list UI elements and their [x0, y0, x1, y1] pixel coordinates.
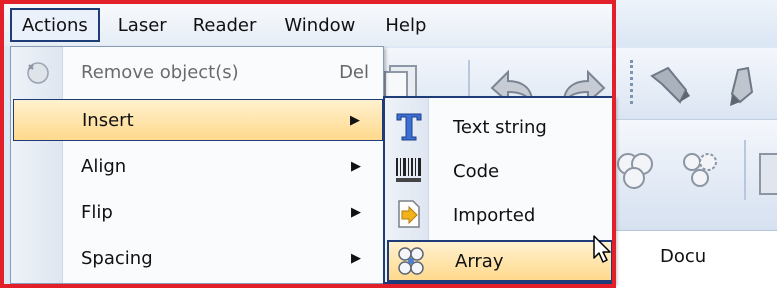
menu-help[interactable]: Help	[373, 8, 438, 42]
group-objects-icon[interactable]	[612, 146, 662, 200]
menu-item-label: Align	[81, 155, 127, 177]
menubar: Actions Laser Reader Window Help	[4, 4, 613, 46]
partial-toolbar-icon[interactable]	[758, 150, 777, 198]
menu-item-flip[interactable]: Flip ▶	[13, 191, 383, 233]
submenu-item-label: Array	[455, 250, 504, 272]
menu-item-label: Remove object(s)	[81, 61, 239, 83]
barcode-icon	[396, 158, 421, 182]
menu-item-label: Insert	[82, 109, 134, 131]
submenu-item-label: Imported	[453, 204, 536, 226]
menu-actions[interactable]: Actions	[10, 8, 100, 42]
menu-window[interactable]: Window	[272, 8, 367, 42]
menu-reader[interactable]: Reader	[181, 8, 269, 42]
mouse-cursor-icon	[593, 235, 611, 263]
toolbar-grip[interactable]	[630, 60, 633, 104]
import-file-icon	[398, 200, 420, 228]
array-icon	[398, 247, 424, 275]
insert-submenu: Text string Code Imported Array	[383, 96, 615, 284]
submenu-item-imported[interactable]: Imported	[387, 194, 613, 236]
menu-item-label: Spacing	[81, 247, 153, 269]
shortcut-label: Del	[339, 61, 369, 83]
menu-item-spacing[interactable]: Spacing ▶	[13, 237, 383, 279]
menu-item-remove-objects[interactable]: Remove object(s) Del	[13, 51, 383, 93]
submenu-item-label: Text string	[453, 116, 547, 138]
submenu-arrow-icon: ▶	[351, 204, 361, 220]
submenu-item-text-string[interactable]: Text string	[387, 106, 613, 148]
submenu-item-array[interactable]: Array	[387, 240, 613, 282]
document-tab[interactable]: Docu	[660, 246, 777, 267]
actions-dropdown-menu: Remove object(s) Del Insert ▶ Align ▶ Fl…	[10, 46, 384, 284]
submenu-item-label: Code	[453, 160, 500, 182]
menubar-extension	[613, 0, 777, 46]
submenu-arrow-icon: ▶	[350, 112, 360, 128]
menu-item-label: Flip	[81, 201, 113, 223]
laser-arrow-icon[interactable]	[646, 62, 696, 108]
submenu-arrow-icon: ▶	[351, 158, 361, 174]
toolbar-separator	[744, 140, 746, 200]
eraser-icon	[27, 62, 49, 84]
menu-laser[interactable]: Laser	[106, 8, 179, 42]
submenu-item-code[interactable]: Code	[387, 150, 613, 192]
text-t-icon	[396, 113, 422, 141]
menu-item-align[interactable]: Align ▶	[13, 145, 383, 187]
submenu-arrow-icon: ▶	[351, 250, 361, 266]
menu-item-insert[interactable]: Insert ▶	[13, 99, 383, 141]
ungroup-objects-icon[interactable]	[676, 146, 726, 200]
laser-tool-icon[interactable]	[718, 62, 768, 108]
